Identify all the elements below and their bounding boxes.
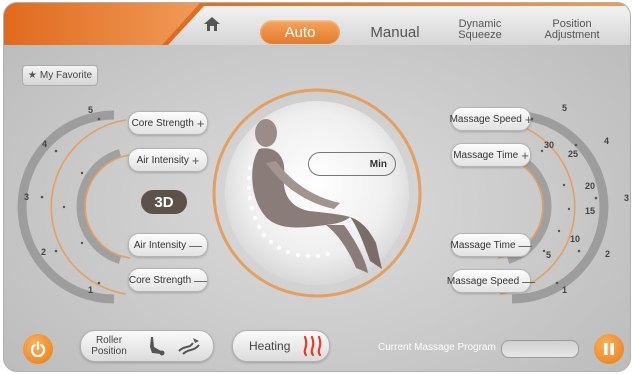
timer-unit: Min (369, 158, 387, 170)
right-scale-5: 5 (562, 103, 568, 113)
massage-speed-label: Massage Speed (449, 113, 522, 125)
timer-display: Min (308, 152, 396, 176)
minus-icon: — (522, 273, 536, 289)
core-strength-increase-button[interactable]: Core Strength + (128, 111, 208, 135)
time-scale-10: 10 (570, 234, 581, 244)
current-massage-program-field (501, 340, 579, 358)
massage-time-label: Massage Time (453, 149, 519, 161)
roller-position-button[interactable]: Roller Position (80, 330, 214, 362)
plus-icon: + (521, 147, 529, 163)
foot-roller-icon[interactable] (145, 335, 169, 357)
heating-button[interactable]: Heating (232, 330, 330, 362)
left-scale-5: 5 (88, 105, 94, 115)
heating-label: Heating (249, 339, 291, 353)
left-scale-2: 2 (41, 247, 47, 257)
massage-time-label: Massage Time (450, 239, 516, 251)
minus-icon: — (518, 237, 532, 253)
right-scale-2: 2 (605, 249, 611, 259)
plus-icon: + (524, 111, 533, 127)
air-intensity-label: Air Intensity (136, 154, 189, 166)
core-strength-label: Core Strength (131, 117, 194, 129)
current-massage-program-label: Current Massage Program (378, 342, 496, 353)
left-scale-1: 1 (88, 285, 94, 295)
pause-button[interactable] (594, 334, 624, 364)
plus-icon: + (191, 152, 200, 168)
core-strength-label: Core Strength (128, 274, 192, 286)
roller-line1: Roller (95, 335, 123, 346)
leg-roller-icon[interactable] (177, 335, 203, 357)
right-scale-1: 1 (562, 285, 568, 295)
massage-chair-screen: Auto Manual Dynamic Squeeze Position Adj… (3, 2, 631, 372)
time-scale-30: 30 (544, 140, 555, 150)
gauge-graphics (17, 88, 609, 304)
time-scale-20: 20 (585, 181, 596, 191)
right-scale-4: 4 (604, 136, 610, 146)
left-outer-arc (17, 110, 115, 304)
time-scale-25: 25 (568, 149, 579, 159)
minus-icon: — (189, 237, 203, 253)
massage-time-increase-button[interactable]: Massage Time + (451, 143, 531, 167)
pause-icon (604, 343, 614, 355)
massage-time-decrease-button[interactable]: Massage Time — (450, 233, 532, 257)
mode-3d-badge: 3D (141, 190, 187, 214)
heat-wave-icon (304, 335, 322, 357)
air-intensity-increase-button[interactable]: Air Intensity + (128, 148, 208, 172)
air-intensity-decrease-button[interactable]: Air Intensity — (128, 233, 208, 257)
core-strength-decrease-button[interactable]: Core Strength — (128, 268, 208, 292)
right-scale-3: 3 (624, 193, 630, 203)
left-scale-4: 4 (42, 139, 48, 149)
massage-speed-decrease-button[interactable]: Massage Speed — (447, 269, 535, 293)
roller-line2: Position (91, 346, 127, 357)
roller-position-label: Roller Position (81, 335, 137, 357)
massage-speed-increase-button[interactable]: Massage Speed + (449, 107, 533, 131)
air-intensity-label: Air Intensity (133, 239, 187, 251)
massage-speed-label: Massage Speed (446, 275, 520, 287)
plus-icon: + (196, 115, 205, 131)
time-scale-15: 15 (585, 206, 596, 216)
left-outer-accent (50, 119, 127, 295)
power-icon (30, 341, 46, 357)
left-scale-3: 3 (24, 192, 30, 202)
minus-icon: — (194, 272, 208, 288)
time-scale-5: 5 (546, 250, 552, 260)
power-button[interactable] (23, 334, 53, 364)
